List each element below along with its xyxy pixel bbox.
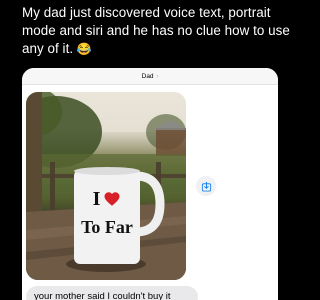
save-photo-button[interactable] <box>196 176 216 196</box>
portrait-photo[interactable]: I To Far <box>26 92 186 280</box>
chevron-right-icon: › <box>156 74 159 80</box>
mug-print: I To Far <box>74 188 140 238</box>
mug-text-line2: To Far <box>81 217 133 237</box>
laughing-emoji-icon: 😂 <box>76 42 92 56</box>
download-arrow-icon <box>201 181 211 192</box>
contact-name: Dad <box>141 73 154 80</box>
message-screenshot[interactable]: Dad › I To Far your mother said I couldn… <box>22 68 278 300</box>
mug-text-line1: I <box>92 188 101 210</box>
conversation-header[interactable]: Dad › <box>22 68 278 85</box>
tweet-body: My dad just discovered voice text, portr… <box>22 5 290 56</box>
heart-icon <box>103 190 121 208</box>
message-text: your mother said I couldn't buy it <box>34 291 171 300</box>
tweet-text: My dad just discovered voice text, portr… <box>22 4 294 58</box>
message-bubble[interactable]: your mother said I couldn't buy it <box>26 286 198 300</box>
photo-scene <box>26 92 186 280</box>
